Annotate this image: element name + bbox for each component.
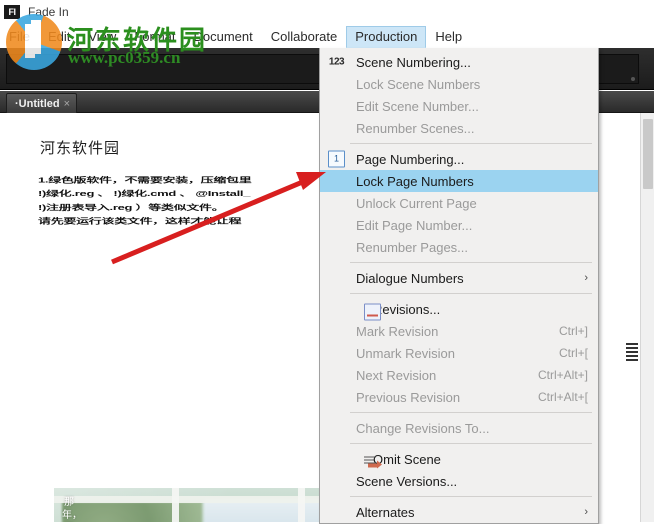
tab-label: ·Untitled <box>15 97 60 110</box>
document-line: 请先要运行该类文件，这样才能让程 <box>38 217 242 226</box>
menu-item-lock-scene-numbers[interactable]: Lock Scene Numbers <box>320 73 598 95</box>
menu-item-scene-versions[interactable]: Scene Versions... <box>320 470 598 492</box>
photo-caption: 那年，夏天 <box>62 497 82 521</box>
menu-item-label: Mark Revision <box>356 323 439 339</box>
document-body-text: 1.绿色版软件，不需要安装，压缩包里 !)绿化.reg 、 !)绿化.cmd 、… <box>38 173 338 228</box>
document-line: 1.绿色版软件，不需要安装，压缩包里 <box>38 175 252 184</box>
menubar-item-format[interactable]: Format <box>125 26 184 48</box>
menu-item-edit-scene-number[interactable]: Edit Scene Number... <box>320 95 598 117</box>
chevron-right-icon: › <box>584 506 588 518</box>
menu-item-shortcut: Ctrl+Alt+] <box>537 368 588 382</box>
menu-item-scene-numbering[interactable]: 123 Scene Numbering... <box>320 51 598 73</box>
window-title: Fade In <box>28 5 69 19</box>
menu-item-label: Page Numbering... <box>356 151 465 167</box>
app-logo-icon: FI <box>4 5 20 19</box>
menu-item-page-numbering[interactable]: 1 Page Numbering... <box>320 148 598 170</box>
menu-item-label: Lock Page Numbers <box>356 173 474 189</box>
menubar-item-production[interactable]: Production <box>346 26 427 48</box>
production-dropdown-menu: 123 Scene Numbering... Lock Scene Number… <box>319 48 599 524</box>
menu-item-label: Renumber Pages... <box>356 239 469 255</box>
menu-separator <box>326 412 592 413</box>
menubar-item-file[interactable]: File <box>0 26 39 48</box>
menu-separator <box>326 262 592 263</box>
menu-item-alternates[interactable]: Alternates › <box>320 501 598 523</box>
menu-item-omit-scene[interactable]: Omit Scene <box>320 448 598 470</box>
document-line: !)绿化.reg 、 !)绿化.cmd 、 @Install_ <box>38 189 251 198</box>
menubar-item-collaborate[interactable]: Collaborate <box>262 26 347 48</box>
menu-item-label: Edit Scene Number... <box>356 98 479 114</box>
menubar-item-help[interactable]: Help <box>426 26 471 48</box>
menu-bar: File Edit View Format Document Collabora… <box>0 26 654 48</box>
menu-item-shortcut: Ctrl+[ <box>558 346 588 360</box>
embedded-photo: 那年，夏天 <box>54 488 330 522</box>
window-frame-bar <box>54 496 330 503</box>
menu-item-previous-revision[interactable]: Previous Revision Ctrl+Alt+[ <box>320 386 598 408</box>
revisions-icon <box>364 303 381 320</box>
menu-item-shortcut: Ctrl+Alt+[ <box>537 390 588 404</box>
menu-separator <box>326 143 592 144</box>
menu-item-change-revisions-to[interactable]: Change Revisions To... <box>320 417 598 439</box>
fade-in-application-window: FI Fade In File Edit View Format Documen… <box>0 0 654 524</box>
menu-item-label: Lock Scene Numbers <box>356 76 481 92</box>
menu-item-edit-page-number[interactable]: Edit Page Number... <box>320 214 598 236</box>
menu-item-label: Scene Versions... <box>356 473 458 489</box>
close-icon[interactable]: × <box>64 98 70 110</box>
menu-item-revisions[interactable]: Revisions... <box>320 298 598 320</box>
page-number-icon: 1 <box>328 150 345 168</box>
document-heading: 河东软件园 <box>40 140 121 157</box>
menu-item-renumber-scenes[interactable]: Renumber Scenes... <box>320 117 598 139</box>
title-bar: FI Fade In <box>0 0 654 24</box>
menu-item-label: Scene Numbering... <box>356 54 471 70</box>
menu-item-label: Edit Page Number... <box>356 217 473 233</box>
chevron-right-icon: › <box>584 272 588 284</box>
menu-item-label: Revisions... <box>373 301 441 317</box>
revision-marks <box>626 343 638 363</box>
menu-separator <box>326 443 592 444</box>
menubar-item-view[interactable]: View <box>79 26 125 48</box>
menu-item-dialogue-numbers[interactable]: Dialogue Numbers › <box>320 267 598 289</box>
menu-separator <box>326 496 592 497</box>
menu-item-renumber-pages[interactable]: Renumber Pages... <box>320 236 598 258</box>
document-line: !)注册表导入.reg ）等类似文件。 <box>38 203 225 212</box>
menu-item-mark-revision[interactable]: Mark Revision Ctrl+] <box>320 320 598 342</box>
scrollbar-thumb[interactable] <box>643 119 653 189</box>
menu-item-label: Alternates <box>356 504 415 520</box>
document-tab-untitled[interactable]: ·Untitled × <box>6 93 78 113</box>
menu-item-shortcut: Ctrl+] <box>558 324 588 338</box>
menu-item-unlock-current-page[interactable]: Unlock Current Page <box>320 192 598 214</box>
menu-item-label: Omit Scene <box>373 451 441 467</box>
vertical-scrollbar[interactable] <box>640 113 654 522</box>
menu-item-label: Renumber Scenes... <box>356 120 475 136</box>
menu-item-label: Unlock Current Page <box>356 195 477 211</box>
photo-foliage <box>62 502 202 522</box>
menu-item-label: Next Revision <box>356 367 437 383</box>
menu-item-label: Previous Revision <box>356 389 461 405</box>
number-123-icon: 123 <box>328 56 345 68</box>
menu-item-lock-page-numbers[interactable]: Lock Page Numbers <box>320 170 598 192</box>
menubar-item-edit[interactable]: Edit <box>39 26 79 48</box>
window-mullion <box>172 488 179 522</box>
menu-item-unmark-revision[interactable]: Unmark Revision Ctrl+[ <box>320 342 598 364</box>
resize-grip-icon <box>631 77 635 81</box>
menu-item-label: Change Revisions To... <box>356 420 490 436</box>
menu-separator <box>326 293 592 294</box>
window-mullion <box>298 488 305 522</box>
menu-item-label: Dialogue Numbers <box>356 270 464 286</box>
menubar-item-document[interactable]: Document <box>184 26 261 48</box>
menu-item-label: Unmark Revision <box>356 345 455 361</box>
omit-scene-icon <box>364 453 382 470</box>
menu-item-next-revision[interactable]: Next Revision Ctrl+Alt+] <box>320 364 598 386</box>
